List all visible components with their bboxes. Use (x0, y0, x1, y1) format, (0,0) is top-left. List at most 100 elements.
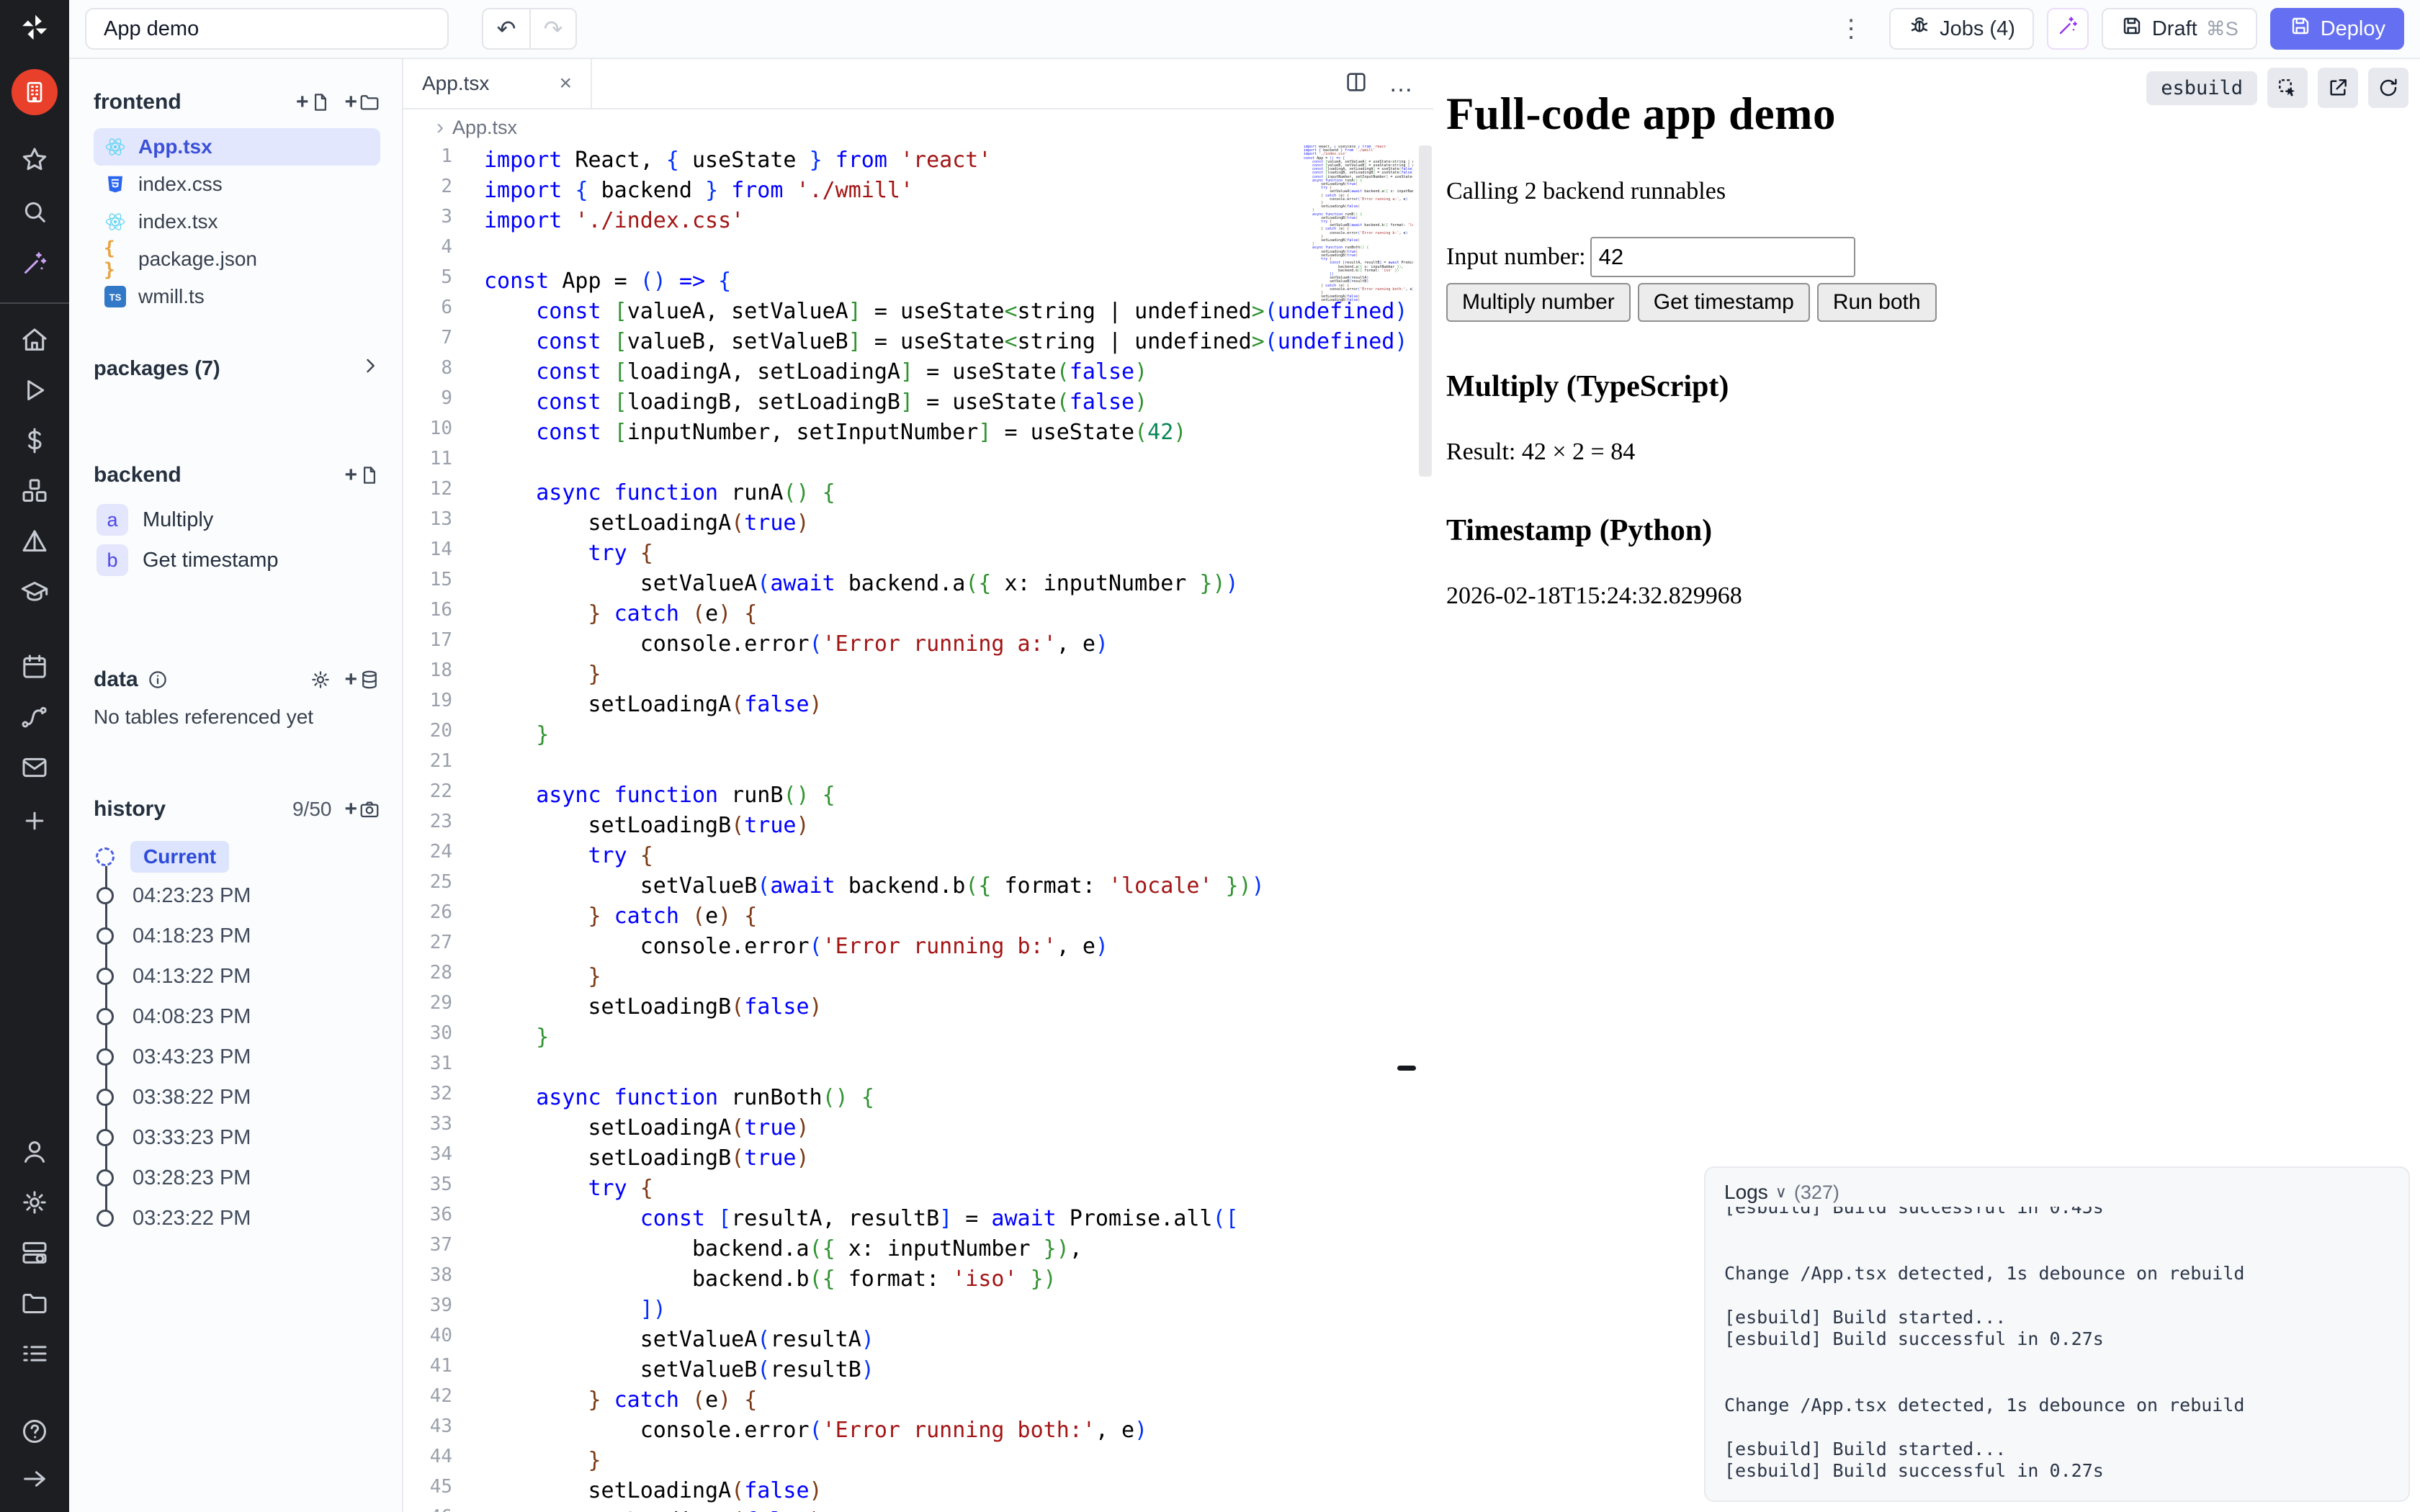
input-number-field[interactable] (1590, 237, 1855, 277)
code-line-30[interactable]: 30 } (403, 1022, 1433, 1053)
code-line-29[interactable]: 29 setLoadingB(false) (403, 992, 1433, 1022)
code-line-26[interactable]: 26 } catch (e) { (403, 901, 1433, 932)
jobs-button[interactable]: Jobs (4) (1889, 8, 2034, 50)
windmill-logo-icon[interactable] (17, 10, 52, 45)
breadcrumb[interactable]: › App.tsx (403, 109, 1433, 145)
code-line-43[interactable]: 43 console.error('Error running both:', … (403, 1416, 1433, 1446)
history-entry[interactable]: 03:28:23 PM (95, 1158, 380, 1198)
app-name-input[interactable] (85, 8, 449, 50)
code-line-2[interactable]: 2import { backend } from './wmill' (403, 176, 1433, 206)
runs-play-icon[interactable] (17, 373, 52, 408)
history-entry[interactable]: 04:23:23 PM (95, 876, 380, 916)
code-line-46[interactable]: 46 setLoadingB(false) (403, 1506, 1433, 1512)
code-line-1[interactable]: 1import React, { useState } from 'react' (403, 145, 1433, 176)
code-line-9[interactable]: 9 const [loadingB, setLoadingB] = useSta… (403, 387, 1433, 418)
code-line-7[interactable]: 7 const [valueB, setValueB] = useState<s… (403, 327, 1433, 357)
code-line-40[interactable]: 40 setValueA(resultA) (403, 1325, 1433, 1355)
undo-button[interactable]: ↶ (483, 9, 529, 48)
scrollbar-thumb[interactable] (1419, 145, 1432, 477)
worker-group-icon[interactable] (17, 1236, 52, 1270)
code-line-44[interactable]: 44 } (403, 1446, 1433, 1476)
code-line-36[interactable]: 36 const [resultA, resultB] = await Prom… (403, 1204, 1433, 1234)
add-file-button[interactable]: + (296, 90, 332, 114)
code-line-25[interactable]: 25 setValueB(await backend.b({ format: '… (403, 871, 1433, 901)
open-external-button[interactable] (2318, 68, 2358, 108)
file-item-index-css[interactable]: index.css (94, 166, 380, 203)
history-entry[interactable]: 03:43:23 PM (95, 1037, 380, 1077)
search-icon[interactable] (17, 194, 52, 229)
code-line-3[interactable]: 3import './index.css' (403, 206, 1433, 236)
code-line-19[interactable]: 19 setLoadingA(false) (403, 690, 1433, 720)
minimap[interactable]: import React, { useState } from 'react'i… (1304, 145, 1413, 505)
code-line-18[interactable]: 18 } (403, 660, 1433, 690)
code-line-24[interactable]: 24 try { (403, 841, 1433, 871)
history-entry[interactable]: 04:13:22 PM (95, 956, 380, 996)
code-line-14[interactable]: 14 try { (403, 539, 1433, 569)
flow-route-icon[interactable] (17, 700, 52, 734)
editor-more-icon[interactable]: … (1389, 70, 1415, 98)
collapse-arrow-icon[interactable] (17, 1462, 52, 1496)
history-entry[interactable]: 04:08:23 PM (95, 996, 380, 1037)
workspace-switcher-button[interactable] (12, 69, 58, 115)
editor-scrollbar[interactable] (1417, 145, 1433, 1512)
deploy-button[interactable]: Deploy (2270, 8, 2404, 50)
code-line-8[interactable]: 8 const [loadingA, setLoadingA] = useSta… (403, 357, 1433, 387)
plus-icon[interactable] (17, 804, 52, 838)
folder-icon[interactable] (17, 1286, 52, 1320)
code-line-20[interactable]: 20 } (403, 720, 1433, 750)
code-line-4[interactable]: 4 (403, 236, 1433, 266)
calendar-icon[interactable] (17, 649, 52, 684)
code-line-38[interactable]: 38 backend.b({ format: 'iso' }) (403, 1264, 1433, 1295)
graduation-cap-icon[interactable] (17, 575, 52, 609)
code-line-37[interactable]: 37 backend.a({ x: inputNumber }), (403, 1234, 1433, 1264)
file-item-App-tsx[interactable]: App.tsx (94, 128, 380, 166)
logs-output[interactable]: [esbuild] Build successful in 0.45s Chan… (1724, 1207, 2390, 1486)
user-icon[interactable] (17, 1135, 52, 1169)
draft-button[interactable]: Draft ⌘S (2102, 8, 2257, 50)
code-line-34[interactable]: 34 setLoadingB(true) (403, 1143, 1433, 1174)
add-snapshot-button[interactable]: + (344, 797, 380, 822)
add-folder-button[interactable]: + (344, 90, 380, 114)
select-element-button[interactable] (2267, 68, 2308, 108)
file-item-wmill-ts[interactable]: TSwmill.ts (94, 278, 380, 315)
code-line-41[interactable]: 41 setValueB(resultB) (403, 1355, 1433, 1385)
chevron-down-icon[interactable]: ∨ (1775, 1183, 1787, 1202)
code-line-22[interactable]: 22 async function runB() { (403, 780, 1433, 811)
mail-icon[interactable] (17, 750, 52, 785)
data-settings-gear-icon[interactable] (310, 669, 331, 690)
code-line-42[interactable]: 42 } catch (e) { (403, 1385, 1433, 1416)
code-line-15[interactable]: 15 setValueA(await backend.a({ x: inputN… (403, 569, 1433, 599)
add-runnable-button[interactable]: + (344, 463, 380, 487)
close-tab-icon[interactable]: × (559, 71, 572, 96)
logs-title[interactable]: Logs (1724, 1181, 1768, 1204)
split-editor-icon[interactable] (1344, 70, 1368, 98)
code-line-21[interactable]: 21 (403, 750, 1433, 780)
code-line-23[interactable]: 23 setLoadingB(true) (403, 811, 1433, 841)
tab-app-tsx[interactable]: App.tsx × (403, 59, 592, 108)
add-database-button[interactable]: + (344, 667, 380, 692)
help-icon[interactable] (17, 1414, 52, 1449)
code-line-33[interactable]: 33 setLoadingA(true) (403, 1113, 1433, 1143)
blocks-icon[interactable] (17, 474, 52, 508)
history-current-item[interactable]: Current (95, 838, 380, 876)
panel-resize-handle[interactable] (1397, 1066, 1416, 1071)
get-timestamp-button[interactable]: Get timestamp (1638, 283, 1810, 322)
code-line-39[interactable]: 39 ]) (403, 1295, 1433, 1325)
code-line-12[interactable]: 12 async function runA() { (403, 478, 1433, 508)
code-line-13[interactable]: 13 setLoadingA(true) (403, 508, 1433, 539)
code-line-31[interactable]: 31 (403, 1053, 1433, 1083)
history-entry[interactable]: 03:38:22 PM (95, 1077, 380, 1117)
code-area[interactable]: 1import React, { useState } from 'react'… (403, 145, 1433, 1512)
code-line-35[interactable]: 35 try { (403, 1174, 1433, 1204)
ai-wand-icon[interactable] (17, 246, 52, 281)
run-both-button[interactable]: Run both (1817, 283, 1937, 322)
code-line-11[interactable]: 11 (403, 448, 1433, 478)
redo-button[interactable]: ↷ (529, 9, 575, 48)
more-options-kebab[interactable]: ⋮ (1826, 14, 1876, 43)
code-line-5[interactable]: 5const App = () => { (403, 266, 1433, 297)
code-line-27[interactable]: 27 console.error('Error running b:', e) (403, 932, 1433, 962)
code-line-28[interactable]: 28 } (403, 962, 1433, 992)
code-line-6[interactable]: 6 const [valueA, setValueA] = useState<s… (403, 297, 1433, 327)
settings-gear-icon[interactable] (17, 1185, 52, 1220)
history-entry[interactable]: 03:33:23 PM (95, 1117, 380, 1158)
